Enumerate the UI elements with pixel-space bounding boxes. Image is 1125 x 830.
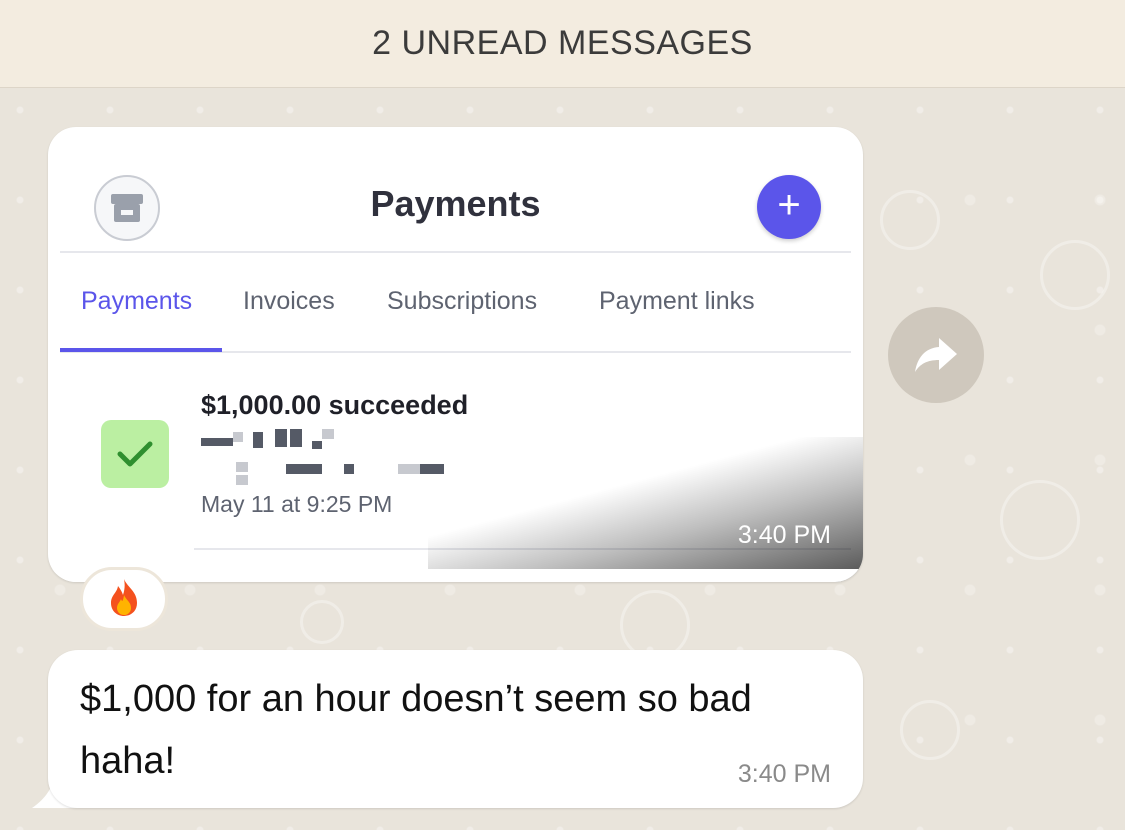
redacted-detail <box>236 475 248 485</box>
timestamp-gradient <box>428 437 863 582</box>
tab-payment-links: Payment links <box>599 287 755 315</box>
redacted-detail <box>312 441 322 449</box>
tab-payments: Payments <box>81 287 193 315</box>
redacted-detail <box>344 464 354 474</box>
image-message-time: 3:40 PM <box>737 521 831 549</box>
active-tab-indicator <box>60 348 222 352</box>
unread-messages-banner: 2 UNREAD MESSAGES <box>0 0 1125 88</box>
wallpaper-doodle <box>880 190 940 250</box>
payment-amount-status: $1,000.00 succeeded <box>201 390 469 420</box>
redacted-detail <box>322 429 334 439</box>
redacted-detail <box>236 462 248 472</box>
wallpaper-doodle <box>1040 240 1110 310</box>
add-payment-button: + <box>757 175 821 239</box>
image-message-bubble[interactable]: Payments + Payments Invoices Subscriptio… <box>48 127 863 582</box>
redacted-detail <box>286 464 322 474</box>
redacted-detail <box>290 429 302 447</box>
reaction-badge[interactable] <box>80 567 168 631</box>
redacted-detail <box>398 464 420 474</box>
screenshot-app-header: Payments + <box>60 157 851 253</box>
forward-button[interactable] <box>888 307 984 403</box>
tab-subscriptions: Subscriptions <box>387 287 538 315</box>
redacted-detail <box>253 432 263 448</box>
text-message-bubble[interactable]: $1,000 for an hour doesn’t seem so bad h… <box>48 650 863 808</box>
forward-icon <box>915 338 957 372</box>
fire-emoji <box>107 577 141 622</box>
check-icon <box>101 420 169 488</box>
text-message-time: 3:40 PM <box>737 760 831 788</box>
payment-date: May 11 at 9:25 PM <box>201 491 393 517</box>
redacted-detail <box>201 438 233 446</box>
wallpaper-doodle <box>900 700 960 760</box>
wallpaper-doodle <box>300 600 344 644</box>
unread-messages-label: 2 UNREAD MESSAGES <box>372 24 753 62</box>
message-text: $1,000 for an hour doesn’t seem so bad h… <box>80 678 752 782</box>
bubble-bottom-padding <box>48 569 863 582</box>
tab-invoices: Invoices <box>243 287 335 315</box>
redacted-detail <box>233 432 243 442</box>
wallpaper-doodle <box>1000 480 1080 560</box>
screenshot-title: Payments <box>370 183 541 224</box>
redacted-detail <box>275 429 287 447</box>
screenshot-tabs: Payments Invoices Subscriptions Payment … <box>60 255 851 353</box>
